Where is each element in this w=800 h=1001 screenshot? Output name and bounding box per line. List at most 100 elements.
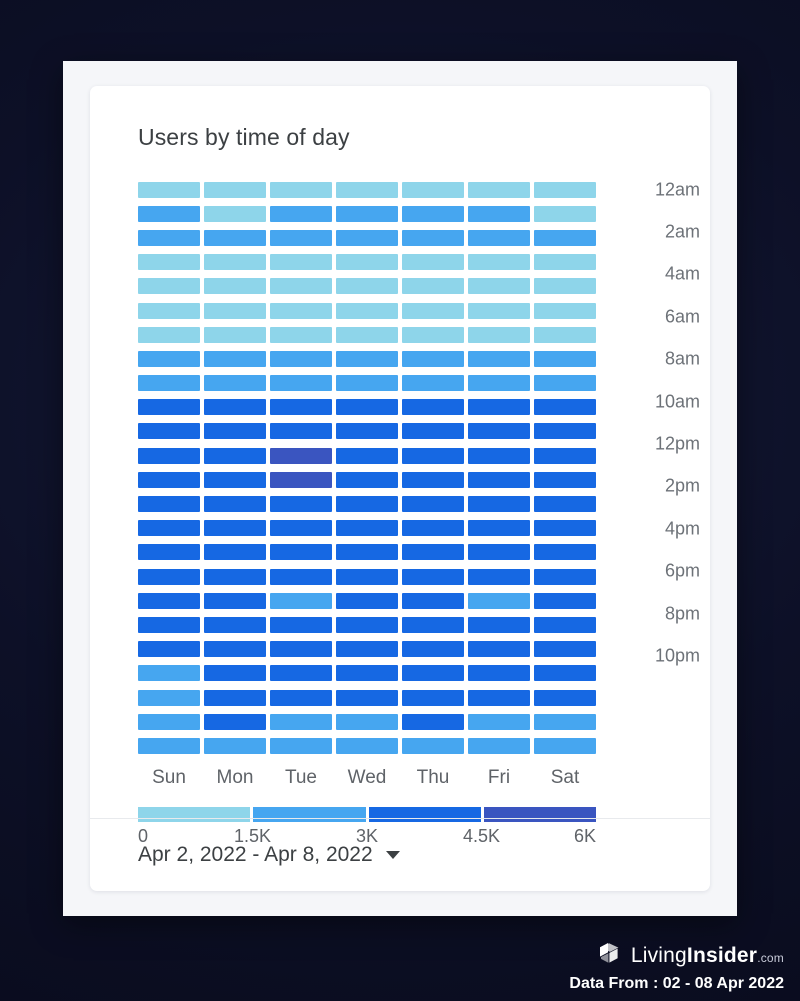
heatmap-cell[interactable] [336,326,398,343]
heatmap-cell[interactable] [534,544,596,561]
heatmap-cell[interactable] [138,423,200,440]
heatmap-cell[interactable] [336,278,398,295]
heatmap-cell[interactable] [270,302,332,319]
heatmap-cell[interactable] [270,229,332,246]
heatmap-cell[interactable] [336,302,398,319]
heatmap-cell[interactable] [204,496,266,513]
heatmap-cell[interactable] [402,616,464,633]
heatmap-cell[interactable] [468,689,530,706]
heatmap-cell[interactable] [534,423,596,440]
date-range-selector[interactable]: Apr 2, 2022 - Apr 8, 2022 [138,843,400,867]
heatmap-cell[interactable] [336,616,398,633]
heatmap-cell[interactable] [336,229,398,246]
heatmap-cell[interactable] [138,229,200,246]
heatmap-cell[interactable] [402,665,464,682]
chevron-down-icon[interactable] [385,851,400,859]
heatmap-cell[interactable] [468,399,530,416]
heatmap-cell[interactable] [534,689,596,706]
heatmap-cell[interactable] [534,302,596,319]
heatmap-cell[interactable] [468,496,530,513]
heatmap-cell[interactable] [534,520,596,537]
heatmap-cell[interactable] [270,278,332,295]
heatmap-cell[interactable] [468,375,530,392]
heatmap-cell[interactable] [468,302,530,319]
heatmap-cell[interactable] [534,665,596,682]
heatmap-cell[interactable] [402,278,464,295]
heatmap-cell[interactable] [534,326,596,343]
heatmap-cell[interactable] [138,737,200,754]
heatmap-cell[interactable] [138,713,200,730]
heatmap-cell[interactable] [468,254,530,271]
heatmap-cell[interactable] [138,447,200,464]
heatmap-cell[interactable] [468,229,530,246]
heatmap-cell[interactable] [204,254,266,271]
heatmap-cell[interactable] [402,520,464,537]
heatmap-cell[interactable] [270,544,332,561]
heatmap-cell[interactable] [468,737,530,754]
heatmap-cell[interactable] [270,254,332,271]
heatmap-cell[interactable] [534,616,596,633]
heatmap-cell[interactable] [468,641,530,658]
heatmap-cell[interactable] [204,447,266,464]
heatmap-cell[interactable] [534,713,596,730]
heatmap-cell[interactable] [270,350,332,367]
heatmap-cell[interactable] [138,665,200,682]
heatmap-cell[interactable] [270,592,332,609]
heatmap-cell[interactable] [402,447,464,464]
heatmap-cell[interactable] [402,689,464,706]
heatmap-cell[interactable] [138,302,200,319]
heatmap-cell[interactable] [534,278,596,295]
heatmap-cell[interactable] [534,205,596,222]
heatmap-cell[interactable] [402,375,464,392]
heatmap-cell[interactable] [270,423,332,440]
heatmap-cell[interactable] [204,229,266,246]
heatmap-cell[interactable] [336,471,398,488]
heatmap-cell[interactable] [336,496,398,513]
heatmap-cell[interactable] [468,616,530,633]
heatmap-cell[interactable] [270,399,332,416]
heatmap-cell[interactable] [534,447,596,464]
heatmap-cell[interactable] [204,713,266,730]
heatmap-cell[interactable] [270,375,332,392]
heatmap-cell[interactable] [402,713,464,730]
heatmap-cell[interactable] [204,544,266,561]
heatmap-cell[interactable] [138,496,200,513]
heatmap-cell[interactable] [468,520,530,537]
heatmap-cell[interactable] [534,568,596,585]
heatmap-cell[interactable] [138,181,200,198]
heatmap-cell[interactable] [204,205,266,222]
heatmap-cell[interactable] [402,350,464,367]
heatmap-cell[interactable] [270,737,332,754]
heatmap-cell[interactable] [468,350,530,367]
heatmap-cell[interactable] [336,592,398,609]
heatmap-cell[interactable] [270,205,332,222]
heatmap-cell[interactable] [468,447,530,464]
heatmap-cell[interactable] [270,471,332,488]
heatmap-cell[interactable] [534,641,596,658]
heatmap-cell[interactable] [204,520,266,537]
heatmap-cell[interactable] [270,447,332,464]
heatmap-cell[interactable] [138,278,200,295]
heatmap-cell[interactable] [402,205,464,222]
heatmap-cell[interactable] [402,423,464,440]
heatmap-cell[interactable] [138,568,200,585]
heatmap-cell[interactable] [336,665,398,682]
heatmap-cell[interactable] [534,181,596,198]
heatmap-cell[interactable] [270,616,332,633]
heatmap-cell[interactable] [402,568,464,585]
heatmap-cell[interactable] [138,520,200,537]
heatmap-cell[interactable] [402,641,464,658]
heatmap-cell[interactable] [138,592,200,609]
heatmap-cell[interactable] [336,205,398,222]
heatmap-cell[interactable] [534,471,596,488]
heatmap-cell[interactable] [138,350,200,367]
heatmap-cell[interactable] [534,350,596,367]
heatmap-cell[interactable] [468,665,530,682]
heatmap-cell[interactable] [270,496,332,513]
heatmap-cell[interactable] [204,471,266,488]
heatmap-cell[interactable] [534,592,596,609]
heatmap-cell[interactable] [270,568,332,585]
heatmap-cell[interactable] [336,423,398,440]
heatmap-cell[interactable] [138,544,200,561]
heatmap-cell[interactable] [270,665,332,682]
